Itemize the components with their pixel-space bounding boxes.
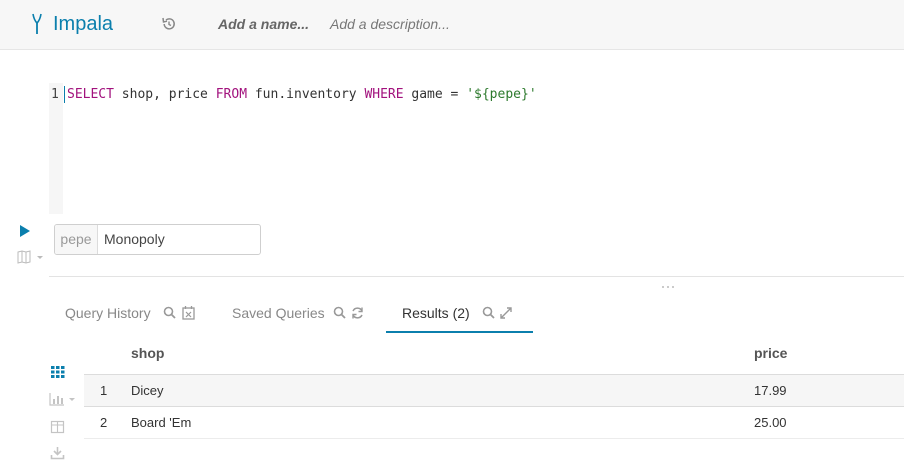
- calendar-clear-icon[interactable]: [182, 306, 195, 320]
- refresh-icon[interactable]: [352, 307, 363, 319]
- results-tab-icons: [482, 306, 512, 319]
- query-description-field[interactable]: Add a description...: [330, 16, 450, 32]
- search-icon[interactable]: [163, 306, 174, 317]
- active-tab-indicator: [386, 331, 533, 333]
- row-number: 2: [100, 415, 108, 430]
- variable-input-group: pepe Monopoly: [54, 224, 261, 255]
- download-icon[interactable]: [50, 446, 66, 460]
- chart-view-icon[interactable]: [49, 392, 79, 406]
- grid-view-icon[interactable]: [50, 365, 66, 379]
- expand-icon[interactable]: [500, 307, 512, 319]
- text-cursor: [64, 86, 65, 103]
- history-icon[interactable]: [161, 16, 177, 32]
- row-number: 1: [100, 383, 108, 398]
- column-header-price[interactable]: price: [754, 345, 787, 361]
- cell-shop: Board 'Em: [131, 415, 192, 430]
- column-header-shop[interactable]: shop: [131, 345, 164, 361]
- cell-price: 17.99: [754, 383, 787, 398]
- section-divider: [49, 276, 904, 277]
- sql-editor[interactable]: SELECT shop, price FROM fun.inventory WH…: [67, 87, 537, 102]
- line-number: 1: [51, 87, 59, 102]
- editor-gutter: [49, 83, 63, 214]
- variable-value-input[interactable]: Monopoly: [104, 225, 165, 254]
- tab-results[interactable]: Results (2): [402, 305, 470, 321]
- keyword-from: FROM: [215, 87, 248, 102]
- code-text-3: game =: [403, 87, 467, 102]
- search-icon[interactable]: [482, 306, 493, 317]
- cell-shop: Dicey: [131, 383, 164, 398]
- top-bar: Impala Add a name... Add a description..…: [0, 0, 904, 50]
- variable-name-label: pepe: [55, 225, 98, 254]
- saved-queries-tab-icons: [333, 306, 363, 319]
- query-history-tab-icons: [163, 306, 195, 320]
- impala-logo-icon: [32, 13, 42, 34]
- query-name-field[interactable]: Add a name...: [218, 16, 309, 32]
- tab-query-history[interactable]: Query History: [65, 305, 151, 321]
- table-bottom-border: [84, 438, 904, 439]
- run-query-icon[interactable]: [19, 224, 31, 238]
- resize-drag-handle-icon[interactable]: [661, 285, 675, 289]
- search-icon[interactable]: [333, 306, 344, 317]
- app-title: Impala: [53, 13, 114, 35]
- cell-price: 25.00: [754, 415, 787, 430]
- keyword-select: SELECT: [67, 87, 114, 102]
- table-row: 2 Board 'Em 25.00: [84, 406, 904, 438]
- tab-saved-queries[interactable]: Saved Queries: [232, 305, 325, 321]
- code-text-2: fun.inventory: [247, 87, 365, 102]
- keyword-where: WHERE: [364, 87, 404, 102]
- columns-view-icon[interactable]: [50, 420, 66, 434]
- map-snippet-icon[interactable]: [16, 250, 46, 264]
- code-text-1: shop, price: [113, 87, 216, 102]
- string-literal: '${pepe}': [466, 87, 537, 102]
- table-row: 1 Dicey 17.99: [84, 374, 904, 406]
